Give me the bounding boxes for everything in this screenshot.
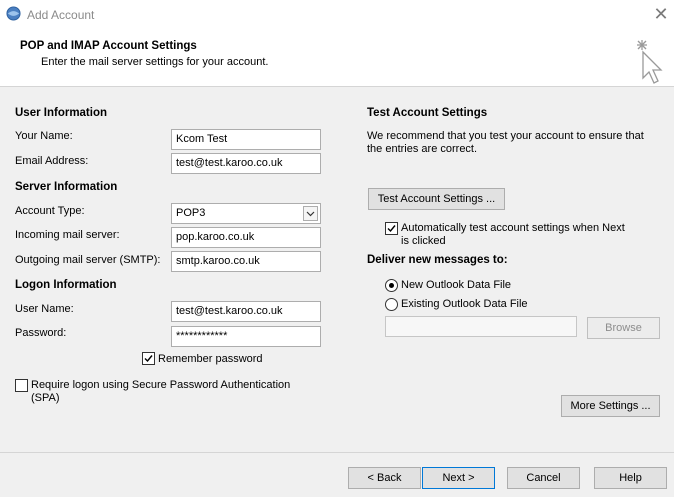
- footer-divider: [0, 452, 674, 453]
- chevron-down-icon: [306, 211, 315, 217]
- existing-data-file-path[interactable]: [385, 316, 577, 337]
- your-name-label: Your Name:: [15, 130, 73, 142]
- test-settings-heading: Test Account Settings: [367, 107, 488, 119]
- spa-checkbox[interactable]: [15, 379, 28, 392]
- help-button[interactable]: Help: [594, 467, 667, 489]
- auto-test-label-line1: Automatically test account settings when…: [401, 222, 625, 234]
- browse-button[interactable]: Browse: [587, 317, 660, 339]
- sparkle-cursor-icon: [637, 40, 663, 84]
- password-label: Password:: [15, 327, 67, 339]
- test-description-line2: the entries are correct.: [367, 143, 478, 155]
- window-title: Add Account: [27, 8, 95, 22]
- title-bar: [0, 0, 674, 30]
- your-name-input[interactable]: Kcom Test: [171, 129, 321, 150]
- outgoing-server-input[interactable]: smtp.karoo.co.uk: [171, 251, 321, 272]
- spa-label-line2: (SPA): [31, 392, 60, 404]
- user-name-label: User Name:: [15, 303, 74, 315]
- spa-label-line1: Require logon using Secure Password Auth…: [31, 379, 291, 391]
- app-globe-icon: [6, 6, 21, 21]
- server-info-heading: Server Information: [15, 181, 118, 193]
- account-type-label: Account Type:: [15, 205, 85, 217]
- test-account-settings-button[interactable]: Test Account Settings ...: [368, 188, 505, 210]
- new-data-file-label: New Outlook Data File: [401, 279, 512, 291]
- user-info-heading: User Information: [15, 107, 108, 119]
- account-type-select[interactable]: POP3: [171, 203, 321, 224]
- remember-password-label: Remember password: [158, 353, 263, 365]
- incoming-server-input[interactable]: pop.karoo.co.uk: [171, 227, 321, 248]
- auto-test-checkbox[interactable]: [385, 222, 398, 235]
- password-input[interactable]: ************: [171, 326, 321, 347]
- outgoing-server-label: Outgoing mail server (SMTP):: [15, 254, 161, 266]
- auto-test-label-line2: is clicked: [401, 235, 446, 247]
- dropdown-button[interactable]: [303, 206, 318, 221]
- existing-data-file-label: Existing Outlook Data File: [401, 298, 528, 310]
- checkmark-icon: [387, 225, 396, 233]
- existing-data-file-radio[interactable]: [385, 298, 398, 311]
- close-button[interactable]: ✕: [650, 4, 672, 24]
- next-button[interactable]: Next >: [422, 467, 495, 489]
- cancel-button[interactable]: Cancel: [507, 467, 580, 489]
- email-input[interactable]: test@test.karoo.co.uk: [171, 153, 321, 174]
- email-label: Email Address:: [15, 155, 89, 167]
- test-description-line1: We recommend that you test your account …: [367, 130, 644, 142]
- remember-password-checkbox[interactable]: [142, 352, 155, 365]
- radio-selected-dot: [389, 283, 394, 288]
- user-name-input[interactable]: test@test.karoo.co.uk: [171, 301, 321, 322]
- page-subtitle: Enter the mail server settings for your …: [41, 56, 269, 68]
- page-title: POP and IMAP Account Settings: [20, 40, 197, 52]
- wizard-header: POP and IMAP Account Settings Enter the …: [0, 30, 674, 87]
- checkmark-icon: [144, 355, 153, 363]
- new-data-file-radio[interactable]: [385, 279, 398, 292]
- logon-info-heading: Logon Information: [15, 279, 117, 291]
- account-type-value: POP3: [176, 207, 206, 219]
- incoming-server-label: Incoming mail server:: [15, 229, 120, 241]
- more-settings-button[interactable]: More Settings ...: [561, 395, 660, 417]
- deliver-heading: Deliver new messages to:: [367, 254, 508, 266]
- back-button[interactable]: < Back: [348, 467, 421, 489]
